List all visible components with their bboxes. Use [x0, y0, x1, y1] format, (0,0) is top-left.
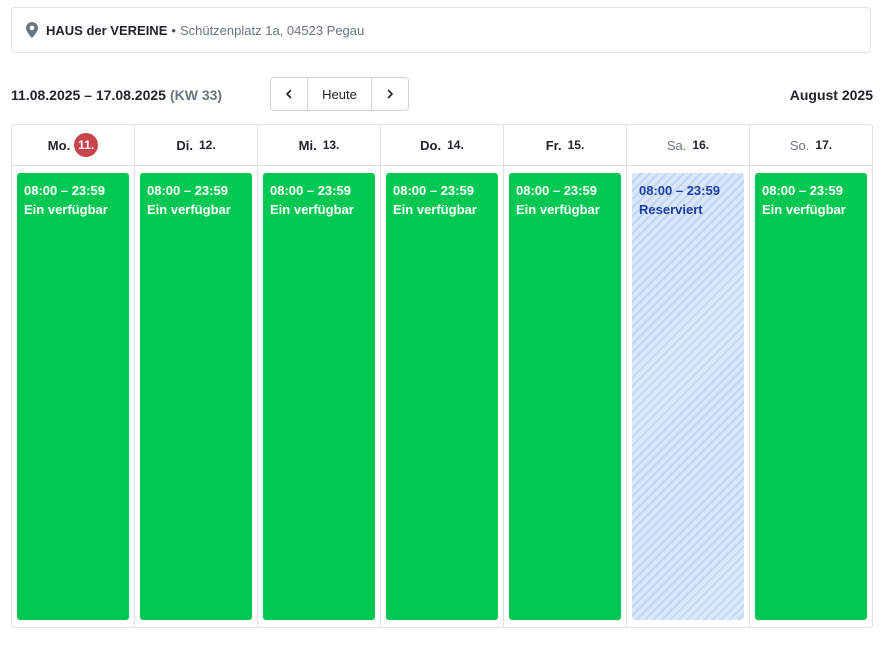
slot-status: Ein verfügbar [24, 202, 108, 217]
slot-status: Ein verfügbar [393, 202, 477, 217]
slot-time: 08:00 – 23:59 [270, 183, 351, 198]
slot-time: 08:00 – 23:59 [393, 183, 474, 198]
chevron-right-icon [385, 87, 395, 102]
slot-time: 08:00 – 23:59 [516, 183, 597, 198]
day-header: Mo. 11. [12, 125, 135, 165]
location-bar: HAUS der VEREINE • Schützenplatz 1a, 045… [11, 7, 871, 53]
slot-status: Reserviert [639, 202, 703, 217]
day-column: 08:00 – 23:59 Ein verfügbar [504, 166, 627, 627]
day-header: Mi. 13. [258, 125, 381, 165]
day-number: 15. [567, 138, 585, 152]
slot-time: 08:00 – 23:59 [147, 183, 228, 198]
available-slot[interactable]: 08:00 – 23:59 Ein verfügbar [17, 173, 129, 620]
slot-status: Ein verfügbar [762, 202, 846, 217]
slot-time: 08:00 – 23:59 [24, 183, 105, 198]
day-number: 17. [815, 138, 833, 152]
available-slot[interactable]: 08:00 – 23:59 Ein verfügbar [263, 173, 375, 620]
separator: • [171, 22, 176, 38]
day-number: 14. [447, 138, 464, 152]
day-column: 08:00 – 23:59 Ein verfügbar [258, 166, 381, 627]
day-name: Do. [420, 137, 442, 153]
navigation-buttons: Heute [270, 77, 409, 111]
map-pin-icon [26, 22, 38, 38]
day-column: 08:00 – 23:59 Ein verfügbar [381, 166, 504, 627]
slot-status: Ein verfügbar [270, 202, 354, 217]
date-range: 11.08.2025 – 17.08.2025 (KW 33) [11, 87, 222, 103]
date-range-text: 11.08.2025 – 17.08.2025 [11, 87, 166, 103]
day-column: 08:00 – 23:59 Ein verfügbar [12, 166, 135, 627]
day-number: 16. [692, 138, 710, 152]
day-column: 08:00 – 23:59 Ein verfügbar [135, 166, 258, 627]
day-header: Di. 12. [135, 125, 258, 165]
week-calendar: Mo. 11. Di. 12. Mi. 13. Do. 14. Fr. 15. Sa. 16. So. 1… [11, 124, 873, 628]
prev-week-button[interactable] [271, 78, 307, 110]
day-name: So. [789, 137, 810, 153]
calendar-header: Mo. 11. Di. 12. Mi. 13. Do. 14. Fr. 15. Sa. 16. So. 1… [12, 125, 872, 166]
week-number: (KW 33) [169, 87, 223, 103]
month-label: August 2025 [789, 87, 873, 103]
day-header: Do. 14. [381, 125, 504, 165]
available-slot[interactable]: 08:00 – 23:59 Ein verfügbar [386, 173, 498, 620]
available-slot[interactable]: 08:00 – 23:59 Ein verfügbar [755, 173, 867, 620]
chevron-left-icon [284, 87, 294, 102]
next-week-button[interactable] [372, 78, 408, 110]
reserved-slot[interactable]: 08:00 – 23:59 Reserviert [632, 173, 744, 620]
day-name: Sa. [666, 137, 687, 153]
day-name: Di. [176, 137, 193, 153]
available-slot[interactable]: 08:00 – 23:59 Ein verfügbar [140, 173, 252, 620]
slot-status: Ein verfügbar [516, 202, 600, 217]
day-name: Mo. [47, 137, 71, 153]
venue-address: Schützenplatz 1a, 04523 Pegau [179, 22, 365, 38]
available-slot[interactable]: 08:00 – 23:59 Ein verfügbar [509, 173, 621, 620]
today-button[interactable]: Heute [307, 78, 372, 110]
day-column: 08:00 – 23:59 Ein verfügbar [750, 166, 872, 627]
calendar-body: 08:00 – 23:59 Ein verfügbar 08:00 – 23:59 E… [12, 166, 872, 627]
day-number: 12. [198, 138, 216, 152]
day-header: So. 17. [750, 125, 872, 165]
slot-status: Ein verfügbar [147, 202, 231, 217]
day-name: Mi. [298, 137, 317, 153]
calendar-toolbar: 11.08.2025 – 17.08.2025 (KW 33) Heute Aug… [11, 77, 873, 113]
day-header: Fr. 15. [504, 125, 627, 165]
day-name: Fr. [545, 137, 562, 153]
slot-time: 08:00 – 23:59 [762, 183, 843, 198]
day-number: 13. [322, 138, 340, 152]
slot-time: 08:00 – 23:59 [639, 183, 720, 198]
day-column: 08:00 – 23:59 Reserviert [627, 166, 750, 627]
day-header: Sa. 16. [627, 125, 750, 165]
venue-name: HAUS der VEREINE [46, 22, 168, 38]
today-date-badge: 11. [74, 133, 99, 157]
